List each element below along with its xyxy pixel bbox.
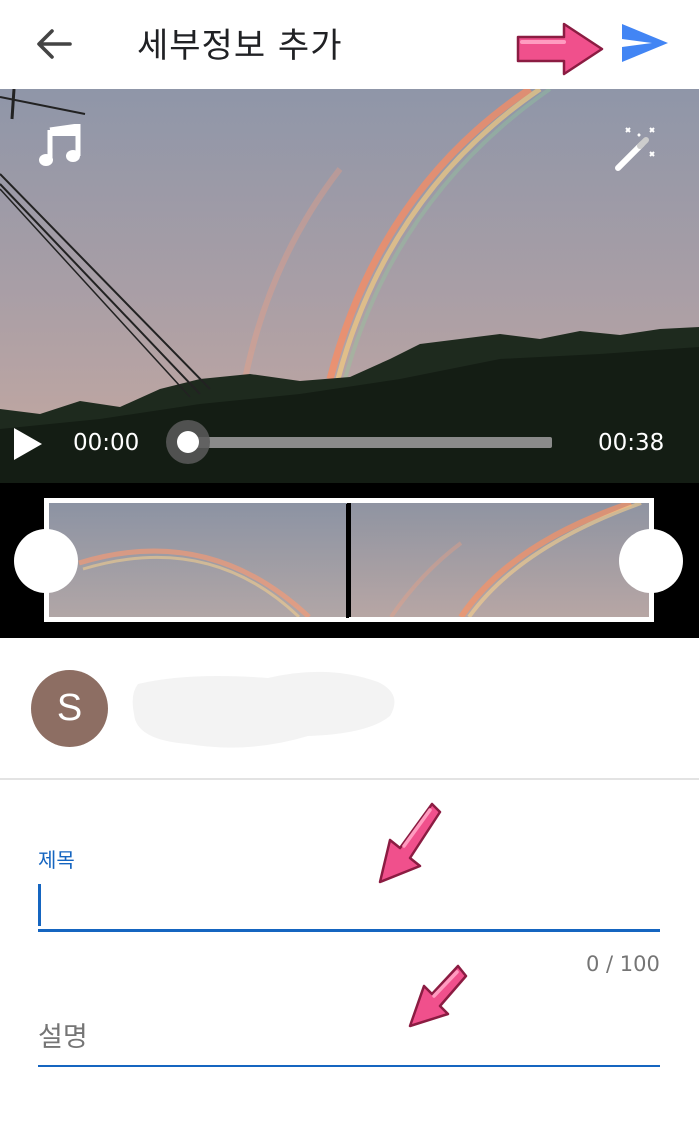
description-input[interactable] bbox=[38, 1010, 660, 1064]
seek-bar[interactable] bbox=[196, 437, 552, 448]
title-field-underline bbox=[38, 929, 660, 932]
pink-pointer-arrow-icon bbox=[516, 22, 604, 76]
magic-wand-icon[interactable] bbox=[612, 124, 660, 172]
title-input[interactable] bbox=[44, 884, 654, 926]
top-app-bar: 세부정보 추가 bbox=[0, 0, 699, 89]
thumbnail-frame bbox=[49, 503, 347, 617]
send-icon[interactable] bbox=[618, 20, 672, 66]
trim-handle-start[interactable] bbox=[14, 529, 78, 593]
trim-frames[interactable] bbox=[44, 498, 654, 622]
trim-handle-end[interactable] bbox=[619, 529, 683, 593]
page-title: 세부정보 추가 bbox=[137, 26, 343, 66]
avatar: S bbox=[31, 670, 108, 747]
duration: 00:38 bbox=[598, 430, 665, 456]
video-preview[interactable] bbox=[0, 89, 699, 483]
title-field-label: 제목 bbox=[38, 848, 75, 872]
music-note-icon[interactable] bbox=[38, 124, 82, 168]
current-time: 00:00 bbox=[73, 430, 140, 456]
trim-divider bbox=[346, 504, 349, 618]
divider bbox=[0, 778, 699, 780]
thumbnail-frame bbox=[351, 503, 649, 617]
seek-thumb[interactable] bbox=[177, 431, 199, 453]
description-field-underline bbox=[38, 1065, 660, 1067]
redacted-channel-name bbox=[132, 671, 395, 748]
video-frame-rainbow bbox=[0, 89, 699, 483]
text-cursor bbox=[38, 884, 41, 926]
title-char-counter: 0 / 100 bbox=[586, 952, 660, 976]
play-icon[interactable] bbox=[12, 426, 44, 462]
pink-pointer-arrow-icon bbox=[408, 964, 468, 1028]
pink-pointer-arrow-icon bbox=[378, 802, 442, 884]
arrow-left-icon[interactable] bbox=[30, 22, 78, 66]
